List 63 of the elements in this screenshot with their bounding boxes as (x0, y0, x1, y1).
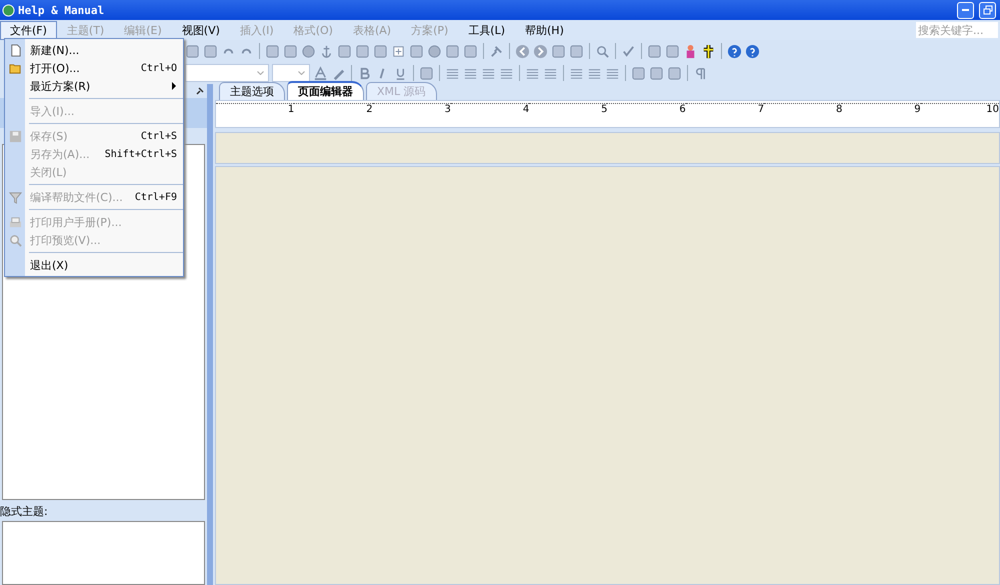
circle-icon[interactable] (301, 44, 316, 58)
submenu-arrow-icon (171, 82, 177, 90)
restore-button[interactable] (979, 2, 996, 18)
font-size-dropdown[interactable] (272, 64, 310, 82)
search-icon[interactable] (595, 44, 610, 58)
ruler-number: 2 (294, 103, 373, 115)
menu-entry[interactable]: 退出(X) (5, 256, 183, 274)
ruler-number: 7 (686, 103, 764, 115)
square-icon[interactable] (649, 66, 664, 80)
check-icon[interactable] (621, 44, 636, 58)
anchor-icon[interactable] (319, 44, 334, 58)
menu-item[interactable]: 帮助(H) (515, 20, 574, 40)
menu-entry[interactable]: 最近方案(R) (5, 77, 183, 95)
square-icon[interactable] (203, 44, 218, 58)
square-icon[interactable] (265, 44, 280, 58)
menu-item[interactable]: 文件(F) (0, 20, 57, 40)
editor-tab[interactable]: 页面编辑器 (287, 81, 364, 100)
cross-icon[interactable] (701, 44, 716, 58)
ruler-number: 9 (842, 103, 921, 115)
square-icon[interactable] (569, 44, 584, 58)
ruler-number: 3 (372, 103, 451, 115)
editor-tab[interactable]: 主题选项 (219, 82, 285, 100)
menu-item[interactable]: 视图(V) (172, 20, 230, 40)
folder-icon (8, 62, 22, 74)
minimize-button[interactable] (957, 2, 974, 18)
menu-entry[interactable]: 打开(O)... Ctrl+O (5, 59, 183, 77)
square-icon[interactable] (337, 44, 352, 58)
ruler-number: 4 (450, 103, 530, 115)
menu-entry[interactable]: 新建(N)... (5, 41, 183, 59)
printer-icon (8, 216, 22, 228)
square-icon[interactable] (373, 44, 388, 58)
square-icon[interactable] (631, 66, 646, 80)
square-icon[interactable] (647, 44, 662, 58)
restore-icon (982, 5, 992, 15)
font-color-icon[interactable] (313, 66, 328, 80)
menu-item[interactable]: 工具(L) (458, 20, 516, 40)
plus-icon[interactable] (391, 44, 406, 58)
square-icon[interactable] (419, 66, 434, 80)
search-field[interactable]: 搜索关键字... (916, 22, 998, 38)
page-icon (8, 44, 22, 56)
hidden-topics-label: 隐式主题: (0, 504, 49, 520)
square-icon[interactable] (665, 44, 680, 58)
help-icon[interactable] (745, 44, 760, 58)
ruler-number: 8 (764, 103, 842, 115)
circle-icon[interactable] (427, 44, 442, 58)
pilcrow-icon[interactable] (693, 66, 708, 80)
square-icon[interactable] (445, 44, 460, 58)
funnel-icon (8, 190, 22, 204)
ruler-number: 10 (920, 103, 999, 115)
square-icon[interactable] (185, 44, 200, 58)
magnifier-icon (8, 234, 22, 246)
help-icon[interactable] (727, 44, 742, 58)
square-icon[interactable] (667, 66, 682, 80)
square-icon[interactable] (551, 44, 566, 58)
ruler-number: 1 (216, 103, 294, 115)
minimize-icon (962, 9, 969, 11)
ruler-number: 6 (607, 103, 686, 115)
window-title: Help & Manual (18, 4, 106, 16)
square-icon[interactable] (463, 44, 478, 58)
square-icon[interactable] (355, 44, 370, 58)
ruler-number: 5 (529, 103, 608, 115)
square-icon[interactable] (283, 44, 298, 58)
square-icon[interactable] (409, 44, 424, 58)
